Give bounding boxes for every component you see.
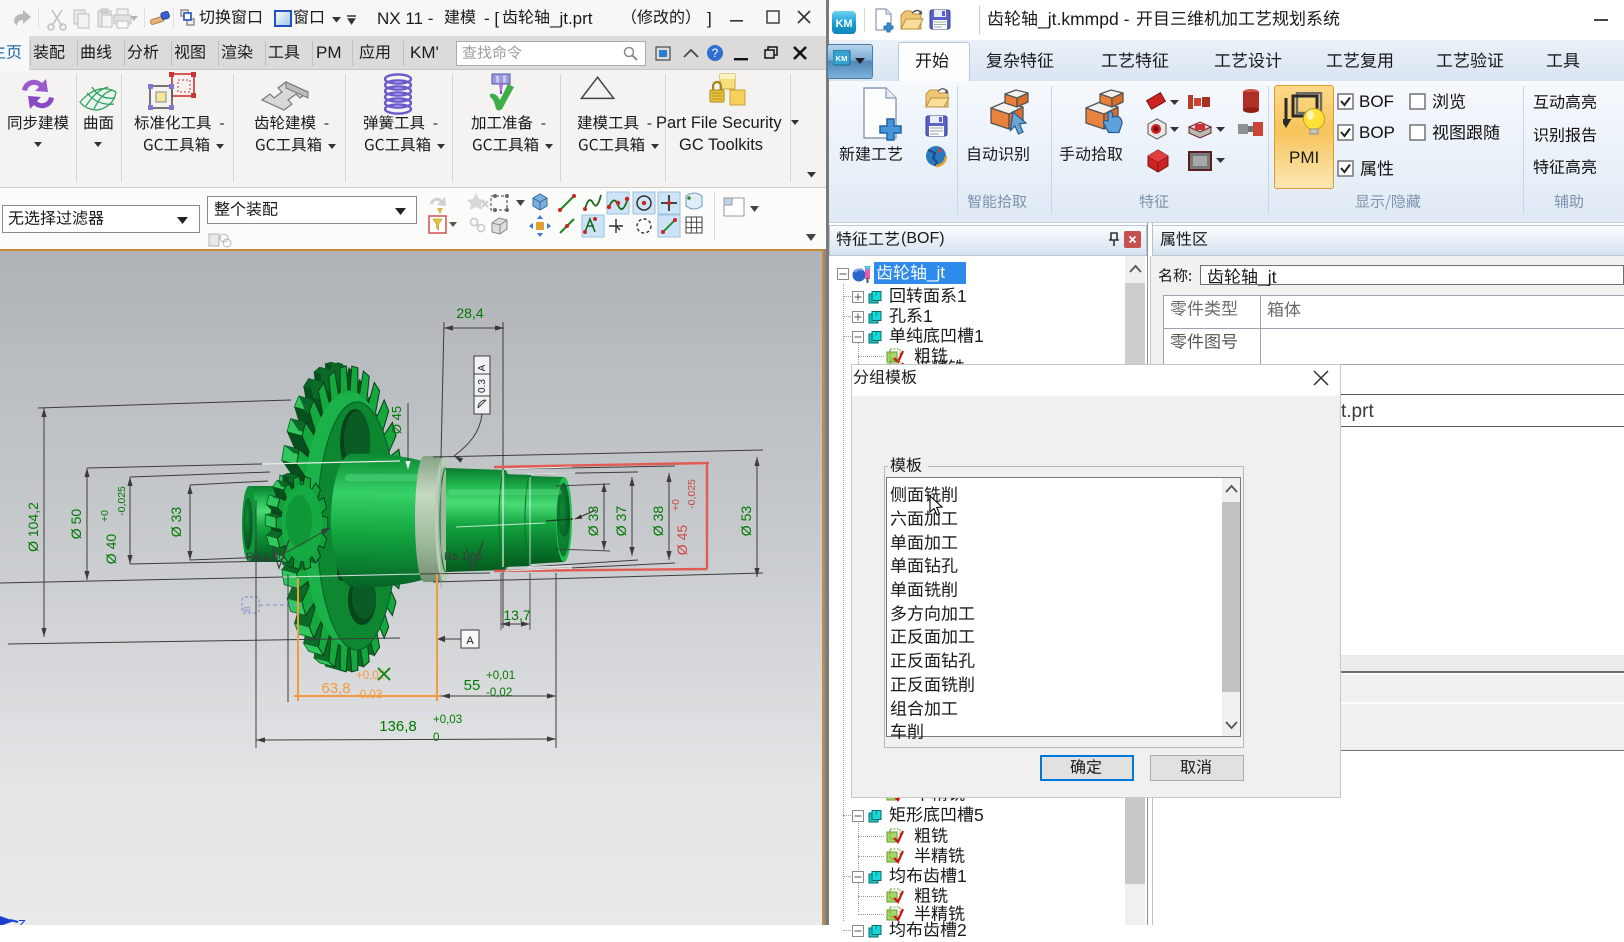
svg-text:+0: +0 — [670, 499, 682, 511]
svg-text:+0,03: +0,03 — [433, 714, 462, 726]
svg-text:Ø 33: Ø 33 — [168, 507, 184, 538]
svg-text:-0,025: -0,025 — [686, 479, 698, 509]
svg-text:0: 0 — [433, 732, 439, 744]
svg-text:Ø 53: Ø 53 — [738, 506, 754, 537]
svg-text:28,4: 28,4 — [456, 305, 483, 321]
svg-text:13,7: 13,7 — [503, 607, 530, 623]
svg-text:Ø 33: Ø 33 — [585, 506, 601, 537]
svg-text:A: A — [466, 635, 474, 647]
svg-text:Ø 40: Ø 40 — [103, 534, 119, 565]
svg-text:-0,025: -0,025 — [116, 486, 128, 516]
svg-text:+0: +0 — [99, 510, 111, 522]
svg-text:Ø 37: Ø 37 — [613, 506, 629, 537]
svg-text:-0,03: -0,03 — [356, 689, 382, 701]
svg-text:A: A — [477, 364, 488, 371]
svg-text:Ra 1.60: Ra 1.60 — [246, 551, 285, 563]
svg-text:Ø 45: Ø 45 — [389, 406, 404, 434]
svg-text:55: 55 — [464, 677, 481, 694]
svg-text:Ø 38: Ø 38 — [650, 506, 666, 537]
svg-text:Ø 45: Ø 45 — [674, 525, 690, 556]
svg-text:0.3: 0.3 — [477, 379, 488, 393]
svg-text:Ø 50: Ø 50 — [68, 509, 84, 540]
svg-text:Z: Z — [16, 917, 26, 925]
svg-text:136,8: 136,8 — [379, 718, 417, 735]
svg-text:B: B — [242, 606, 252, 612]
svg-text:Ø 104,2: Ø 104,2 — [25, 502, 41, 552]
svg-text:+0,01: +0,01 — [486, 670, 515, 682]
svg-text:-0,02: -0,02 — [486, 687, 512, 699]
svg-text:63,8: 63,8 — [321, 680, 350, 697]
